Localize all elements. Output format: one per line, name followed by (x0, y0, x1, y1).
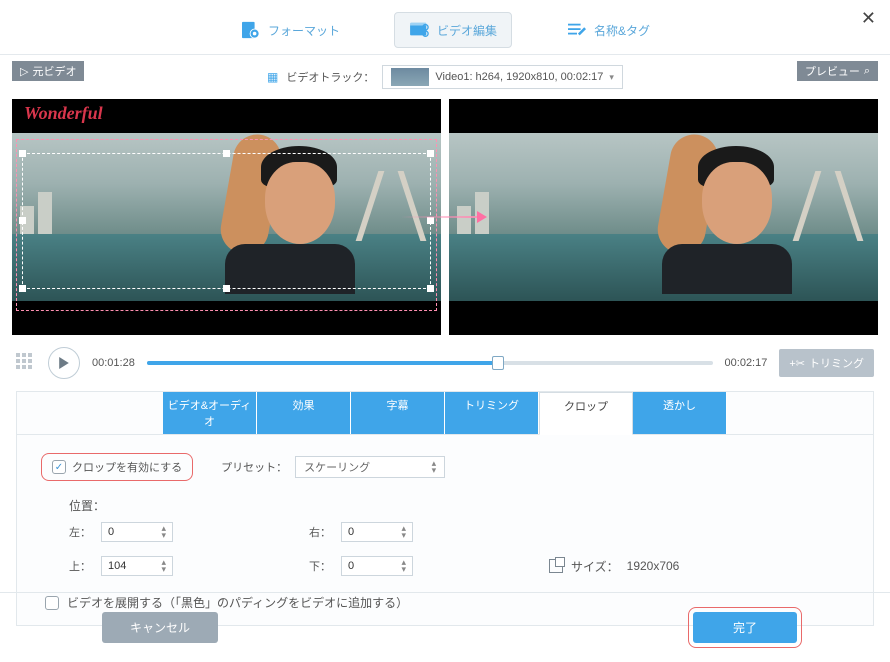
result-preview (449, 99, 878, 335)
right-input[interactable]: 0 ▴▾ (341, 522, 413, 542)
seek-slider[interactable] (147, 361, 713, 365)
preset-select[interactable]: スケーリング ▴▾ (295, 456, 445, 478)
crop-handle[interactable] (223, 285, 230, 292)
crop-handle[interactable] (427, 285, 434, 292)
top-label: 上： (69, 558, 91, 574)
crop-handle[interactable] (427, 150, 434, 157)
magnifier-icon: ⌕ (864, 65, 870, 78)
enable-crop-label: クロップを有効にする (72, 459, 182, 475)
edit-panel: ビデオ&オーディオ 効果 字幕 トリミング クロップ 透かし クロップを有効にす… (16, 391, 874, 626)
source-preview[interactable]: Wonderful (12, 99, 441, 335)
edit-tab-crop[interactable]: クロップ (539, 392, 633, 435)
done-button[interactable]: 完了 (693, 612, 797, 643)
transport-bar: 00:01:28 00:02:17 +✂ トリミング (0, 335, 890, 391)
done-highlight: 完了 (688, 607, 802, 648)
tab-video-edit[interactable]: ビデオ編集 (394, 12, 512, 48)
video-edit-dialog: ✕ フォーマット ビデオ編集 名称&タグ ▷ 元ビデオ ▦ ビデオトラック： V… (0, 0, 890, 662)
chevron-down-icon: ▾ (609, 72, 614, 83)
crop-handle[interactable] (19, 217, 26, 224)
size-label: サイズ： (571, 558, 619, 575)
arrow-right-icon (401, 216, 485, 218)
list-pencil-icon (566, 21, 588, 39)
trim-label: トリミング (809, 355, 864, 371)
grid-icon[interactable] (16, 353, 36, 373)
enable-crop-checkbox[interactable] (52, 460, 66, 474)
right-label: 右： (309, 524, 331, 540)
stepper-icon[interactable]: ▴▾ (161, 525, 166, 539)
track-thumb-icon (391, 68, 429, 86)
crop-handle[interactable] (427, 217, 434, 224)
preset-value: スケーリング (304, 459, 370, 475)
edit-tab-trim[interactable]: トリミング (445, 392, 539, 434)
time-total: 00:02:17 (725, 357, 768, 369)
crop-bounds-inner[interactable] (22, 153, 431, 289)
close-icon[interactable]: ✕ (861, 8, 876, 29)
left-input[interactable]: 0 ▴▾ (101, 522, 173, 542)
top-value: 104 (108, 560, 126, 572)
bottom-value: 0 (348, 560, 354, 572)
top-tabs: フォーマット ビデオ編集 名称&タグ (0, 0, 890, 55)
tab-format[interactable]: フォーマット (226, 13, 354, 47)
video-track-select[interactable]: Video1: h264, 1920x810, 00:02:17 ▾ (382, 65, 623, 89)
edit-tabs: ビデオ&オーディオ 効果 字幕 トリミング クロップ 透かし (17, 392, 873, 435)
edit-tab-subtitle[interactable]: 字幕 (351, 392, 445, 434)
film-strip-icon: ▦ (267, 70, 278, 84)
bottom-input[interactable]: 0 ▴▾ (341, 556, 413, 576)
original-video-tag: ▷ 元ビデオ (12, 61, 84, 81)
cancel-button[interactable]: キャンセル (102, 612, 218, 643)
enable-crop-highlight: クロップを有効にする (41, 453, 193, 481)
crop-handle[interactable] (19, 285, 26, 292)
dialog-footer: キャンセル 完了 (0, 592, 890, 662)
stepper-icon: ▴▾ (432, 460, 437, 474)
stepper-icon[interactable]: ▴▾ (161, 559, 166, 573)
size-value: 1920x706 (627, 559, 680, 573)
scissors-plus-icon: +✂ (789, 357, 805, 370)
track-value: Video1: h264, 1920x810, 00:02:17 (435, 71, 603, 83)
track-row: ▷ 元ビデオ ▦ ビデオトラック： Video1: h264, 1920x810… (0, 55, 890, 99)
preset-label: プリセット： (221, 459, 287, 475)
edit-tab-va[interactable]: ビデオ&オーディオ (163, 392, 257, 434)
preview-area: Wonderful (0, 99, 890, 335)
film-scissors-icon (409, 21, 431, 39)
preview-tag: プレビュー ⌕ (797, 61, 878, 81)
left-value: 0 (108, 526, 114, 538)
stepper-icon[interactable]: ▴▾ (401, 525, 406, 539)
crop-handle[interactable] (223, 150, 230, 157)
play-icon: ▷ (20, 65, 28, 78)
document-gear-icon (240, 21, 262, 39)
bottom-label: 下： (309, 558, 331, 574)
tab-edit-label: ビデオ編集 (437, 22, 497, 39)
left-label: 左： (69, 524, 91, 540)
tab-format-label: フォーマット (268, 22, 340, 39)
seek-thumb[interactable] (492, 356, 504, 370)
position-label: 位置： (69, 497, 849, 514)
size-icon (549, 559, 563, 573)
original-label: 元ビデオ (32, 63, 76, 79)
trim-button[interactable]: +✂ トリミング (779, 349, 874, 377)
tab-name-tags[interactable]: 名称&タグ (552, 13, 664, 47)
edit-tab-effect[interactable]: 効果 (257, 392, 351, 434)
top-input[interactable]: 104 ▴▾ (101, 556, 173, 576)
right-value: 0 (348, 526, 354, 538)
edit-tab-watermark[interactable]: 透かし (633, 392, 727, 434)
time-current: 00:01:28 (92, 357, 135, 369)
track-label: ビデオトラック： (286, 69, 374, 85)
preview-label: プレビュー (805, 63, 860, 79)
crop-handle[interactable] (19, 150, 26, 157)
tab-tags-label: 名称&タグ (594, 22, 650, 39)
seek-fill (147, 361, 498, 365)
play-button[interactable] (48, 347, 80, 379)
watermark-text: Wonderful (24, 103, 103, 124)
stepper-icon[interactable]: ▴▾ (401, 559, 406, 573)
